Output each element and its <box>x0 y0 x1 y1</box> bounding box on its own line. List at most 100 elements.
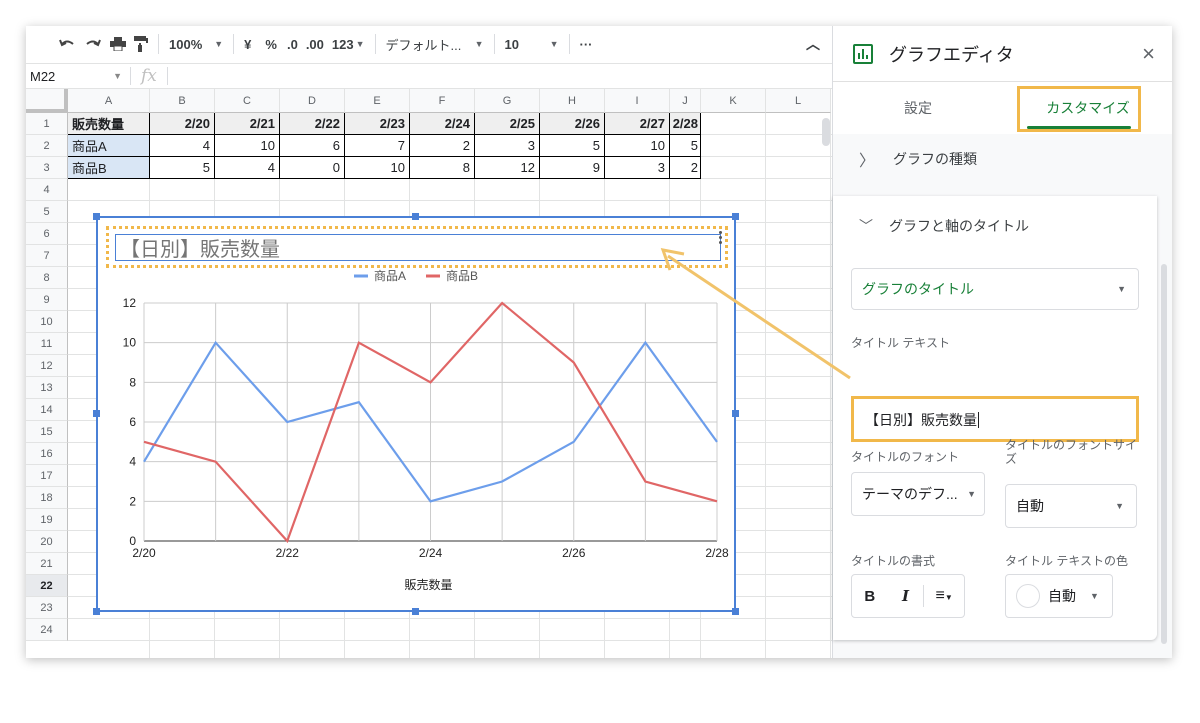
redo-icon[interactable] <box>80 32 106 56</box>
collapse-toolbar-icon[interactable]: ︿ <box>802 32 824 56</box>
chart-title-edit[interactable]: 【日別】販売数量 <box>115 234 721 261</box>
name-box[interactable]: M22 ▼ <box>26 69 130 84</box>
table-cell[interactable]: 12 <box>475 157 540 179</box>
align-left-icon[interactable]: ≡▼ <box>924 587 964 605</box>
table-cell[interactable]: 2/28 <box>670 113 701 135</box>
row-header[interactable]: 22 <box>26 575 68 597</box>
table-cell[interactable]: 2/23 <box>345 113 410 135</box>
table-cell[interactable]: 販売数量 <box>68 113 150 135</box>
resize-handle[interactable] <box>732 608 739 615</box>
row-header[interactable]: 6 <box>26 223 68 245</box>
table-cell[interactable]: 2/22 <box>280 113 345 135</box>
bold-button[interactable]: B <box>852 588 888 605</box>
table-cell[interactable]: 2 <box>670 157 701 179</box>
table-cell[interactable]: 4 <box>150 135 215 157</box>
table-cell[interactable]: 3 <box>475 135 540 157</box>
row-header[interactable]: 3 <box>26 157 68 179</box>
row-header[interactable]: 2 <box>26 135 68 157</box>
font-size-select[interactable]: 10 ▼ <box>501 32 563 56</box>
table-cell[interactable]: 2/24 <box>410 113 475 135</box>
table-cell[interactable]: 5 <box>670 135 701 157</box>
row-header[interactable]: 23 <box>26 597 68 619</box>
table-cell[interactable]: 7 <box>345 135 410 157</box>
column-header[interactable]: E <box>345 89 410 113</box>
row-header[interactable]: 18 <box>26 487 68 509</box>
panel-scrollbar[interactable] <box>1161 264 1167 644</box>
column-header[interactable]: C <box>215 89 280 113</box>
resize-handle[interactable] <box>412 608 419 615</box>
row-header[interactable]: 4 <box>26 179 68 201</box>
column-header[interactable]: F <box>410 89 475 113</box>
resize-handle[interactable] <box>93 410 100 417</box>
table-cell[interactable]: 2/20 <box>150 113 215 135</box>
table-cell[interactable]: 商品A <box>68 135 150 157</box>
zoom-select[interactable]: 100% ▼ <box>165 32 227 56</box>
resize-handle[interactable] <box>93 213 100 220</box>
table-cell[interactable]: 0 <box>280 157 345 179</box>
table-cell[interactable]: 商品B <box>68 157 150 179</box>
column-header[interactable]: A <box>68 89 150 113</box>
row-header[interactable]: 1 <box>26 113 68 135</box>
chart-object[interactable]: 0 2 4 6 8 10 12 2/20 2/22 2/24 2/26 2/28 販売数量 商品A 商品B … <box>96 216 736 612</box>
row-header[interactable]: 12 <box>26 355 68 377</box>
row-header[interactable]: 17 <box>26 465 68 487</box>
table-cell[interactable]: 2/25 <box>475 113 540 135</box>
grid-scrollbar[interactable] <box>822 118 830 146</box>
table-cell[interactable]: 4 <box>215 157 280 179</box>
table-cell[interactable]: 2 <box>410 135 475 157</box>
table-cell[interactable]: 2/26 <box>540 113 605 135</box>
font-select[interactable]: デフォルト... ▼ <box>382 32 488 56</box>
more-vert-icon[interactable] <box>719 231 723 246</box>
resize-handle[interactable] <box>732 410 739 417</box>
decrease-decimal-button[interactable]: .0 <box>283 32 302 56</box>
row-header[interactable]: 13 <box>26 377 68 399</box>
row-header[interactable]: 20 <box>26 531 68 553</box>
column-header[interactable]: L <box>766 89 831 113</box>
increase-decimal-button[interactable]: .00 <box>302 32 328 56</box>
italic-button[interactable]: I <box>888 587 924 605</box>
number-format-select[interactable]: 123 ▼ <box>328 32 369 56</box>
table-cell[interactable]: 6 <box>280 135 345 157</box>
resize-handle[interactable] <box>93 608 100 615</box>
row-header[interactable]: 7 <box>26 245 68 267</box>
row-header[interactable]: 10 <box>26 311 68 333</box>
row-header[interactable]: 5 <box>26 201 68 223</box>
table-cell[interactable]: 2/27 <box>605 113 670 135</box>
title-font-size-select[interactable]: 自動 ▼ <box>1005 484 1137 528</box>
table-cell[interactable]: 9 <box>540 157 605 179</box>
paint-format-icon[interactable] <box>130 32 152 56</box>
row-header[interactable]: 11 <box>26 333 68 355</box>
formula-input[interactable] <box>168 64 832 88</box>
row-header[interactable]: 19 <box>26 509 68 531</box>
resize-handle[interactable] <box>412 213 419 220</box>
column-header[interactable]: I <box>605 89 670 113</box>
undo-icon[interactable] <box>54 32 80 56</box>
column-header[interactable]: J <box>670 89 701 113</box>
column-header[interactable]: H <box>540 89 605 113</box>
table-cell[interactable]: 10 <box>605 135 670 157</box>
table-cell[interactable]: 2/21 <box>215 113 280 135</box>
table-cell[interactable]: 5 <box>540 135 605 157</box>
table-cell[interactable]: 3 <box>605 157 670 179</box>
currency-button[interactable]: ¥ <box>240 32 255 56</box>
column-header[interactable]: K <box>701 89 766 113</box>
title-type-select[interactable]: グラフのタイトル ▼ <box>851 268 1139 310</box>
table-cell[interactable]: 10 <box>215 135 280 157</box>
row-header[interactable]: 16 <box>26 443 68 465</box>
column-header[interactable]: D <box>280 89 345 113</box>
title-font-select[interactable]: テーマのデフ... ▼ <box>851 472 985 516</box>
table-cell[interactable]: 10 <box>345 157 410 179</box>
more-button[interactable]: ··· <box>576 32 597 56</box>
table-cell[interactable]: 5 <box>150 157 215 179</box>
row-header[interactable]: 9 <box>26 289 68 311</box>
percent-button[interactable]: % <box>261 32 281 56</box>
select-all-corner[interactable] <box>26 89 68 113</box>
row-header[interactable]: 14 <box>26 399 68 421</box>
table-cell[interactable]: 8 <box>410 157 475 179</box>
column-header[interactable]: G <box>475 89 540 113</box>
row-header[interactable]: 21 <box>26 553 68 575</box>
title-color-select[interactable]: 自動 ▼ <box>1005 574 1113 618</box>
row-header[interactable]: 8 <box>26 267 68 289</box>
column-header[interactable]: B <box>150 89 215 113</box>
resize-handle[interactable] <box>732 213 739 220</box>
